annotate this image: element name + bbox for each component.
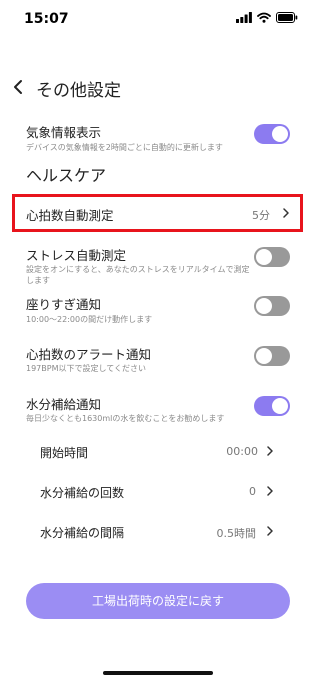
chevron-right-icon (267, 486, 273, 496)
hydration-count-value: 0 (249, 485, 256, 498)
sedentary-toggle[interactable] (254, 296, 290, 316)
hydration-start-label: 開始時間 (40, 446, 89, 460)
sedentary-desc: 10:00～22:00の間だけ動作します (26, 315, 153, 324)
weather-desc: デバイスの気象情報を2時間ごとに自動的に更新します (26, 143, 223, 152)
hydration-desc: 毎日少なくとも1630mlの水を飲むことをお勧めします (26, 414, 225, 423)
page-title: その他設定 (36, 81, 121, 101)
hr-alert-toggle[interactable] (254, 346, 290, 366)
nav-header: その他設定 (0, 70, 316, 106)
home-indicator (103, 671, 213, 675)
weather-row: 気象情報表示 デバイスの気象情報を2時間ごとに自動的に更新します (0, 118, 316, 158)
hydration-title: 水分補給通知 (26, 397, 102, 412)
hr-alert-title: 心拍数のアラート通知 (26, 347, 152, 362)
hr-alert-desc: 197BPM以下で設定してください (26, 364, 147, 373)
hydration-interval-row[interactable]: 水分補給の間隔 0.5時間 (0, 518, 316, 546)
status-time: 15:07 (24, 11, 69, 27)
status-bar: 15:07 (0, 0, 316, 40)
hydration-start-row[interactable]: 開始時間 00:00 (0, 438, 316, 466)
highlight-box (12, 194, 303, 232)
back-chevron-icon[interactable] (10, 78, 28, 96)
chevron-right-icon (267, 446, 273, 456)
hydration-count-row[interactable]: 水分補給の回数 0 (0, 478, 316, 506)
toggle-knob (272, 398, 288, 414)
stress-title: ストレス自動測定 (26, 248, 127, 263)
sedentary-title: 座りすぎ通知 (26, 297, 102, 312)
hydration-row: 水分補給通知 毎日少なくとも1630mlの水を飲むことをお勧めします (0, 392, 316, 428)
signal-icon (236, 12, 252, 23)
toggle-knob (256, 298, 272, 314)
weather-title: 気象情報表示 (26, 125, 102, 140)
hydration-toggle[interactable] (254, 396, 290, 416)
section-title-health: ヘルスケア (26, 166, 107, 185)
hr-alert-row: 心拍数のアラート通知 197BPM以下で設定してください (0, 342, 316, 378)
hydration-interval-value: 0.5時間 (216, 527, 257, 540)
toggle-knob (256, 348, 272, 364)
stress-row: ストレス自動測定 設定をオンにすると、あなたのストレスをリアルタイムで測定します (0, 242, 316, 286)
toggle-knob (256, 249, 272, 265)
battery-icon (276, 12, 298, 23)
factory-reset-button[interactable]: 工場出荷時の設定に戻す (26, 583, 290, 619)
sedentary-row: 座りすぎ通知 10:00～22:00の間だけ動作します (0, 292, 316, 328)
hydration-start-value: 00:00 (226, 445, 258, 458)
chevron-right-icon (267, 526, 273, 536)
hydration-interval-label: 水分補給の間隔 (40, 526, 125, 540)
status-icons (236, 12, 298, 23)
hydration-count-label: 水分補給の回数 (40, 486, 125, 500)
weather-toggle[interactable] (254, 124, 290, 144)
wifi-icon (257, 12, 271, 23)
stress-desc: 設定をオンにすると、あなたのストレスをリアルタイムで測定します (26, 265, 250, 285)
stress-toggle[interactable] (254, 247, 290, 267)
toggle-knob (272, 126, 288, 142)
